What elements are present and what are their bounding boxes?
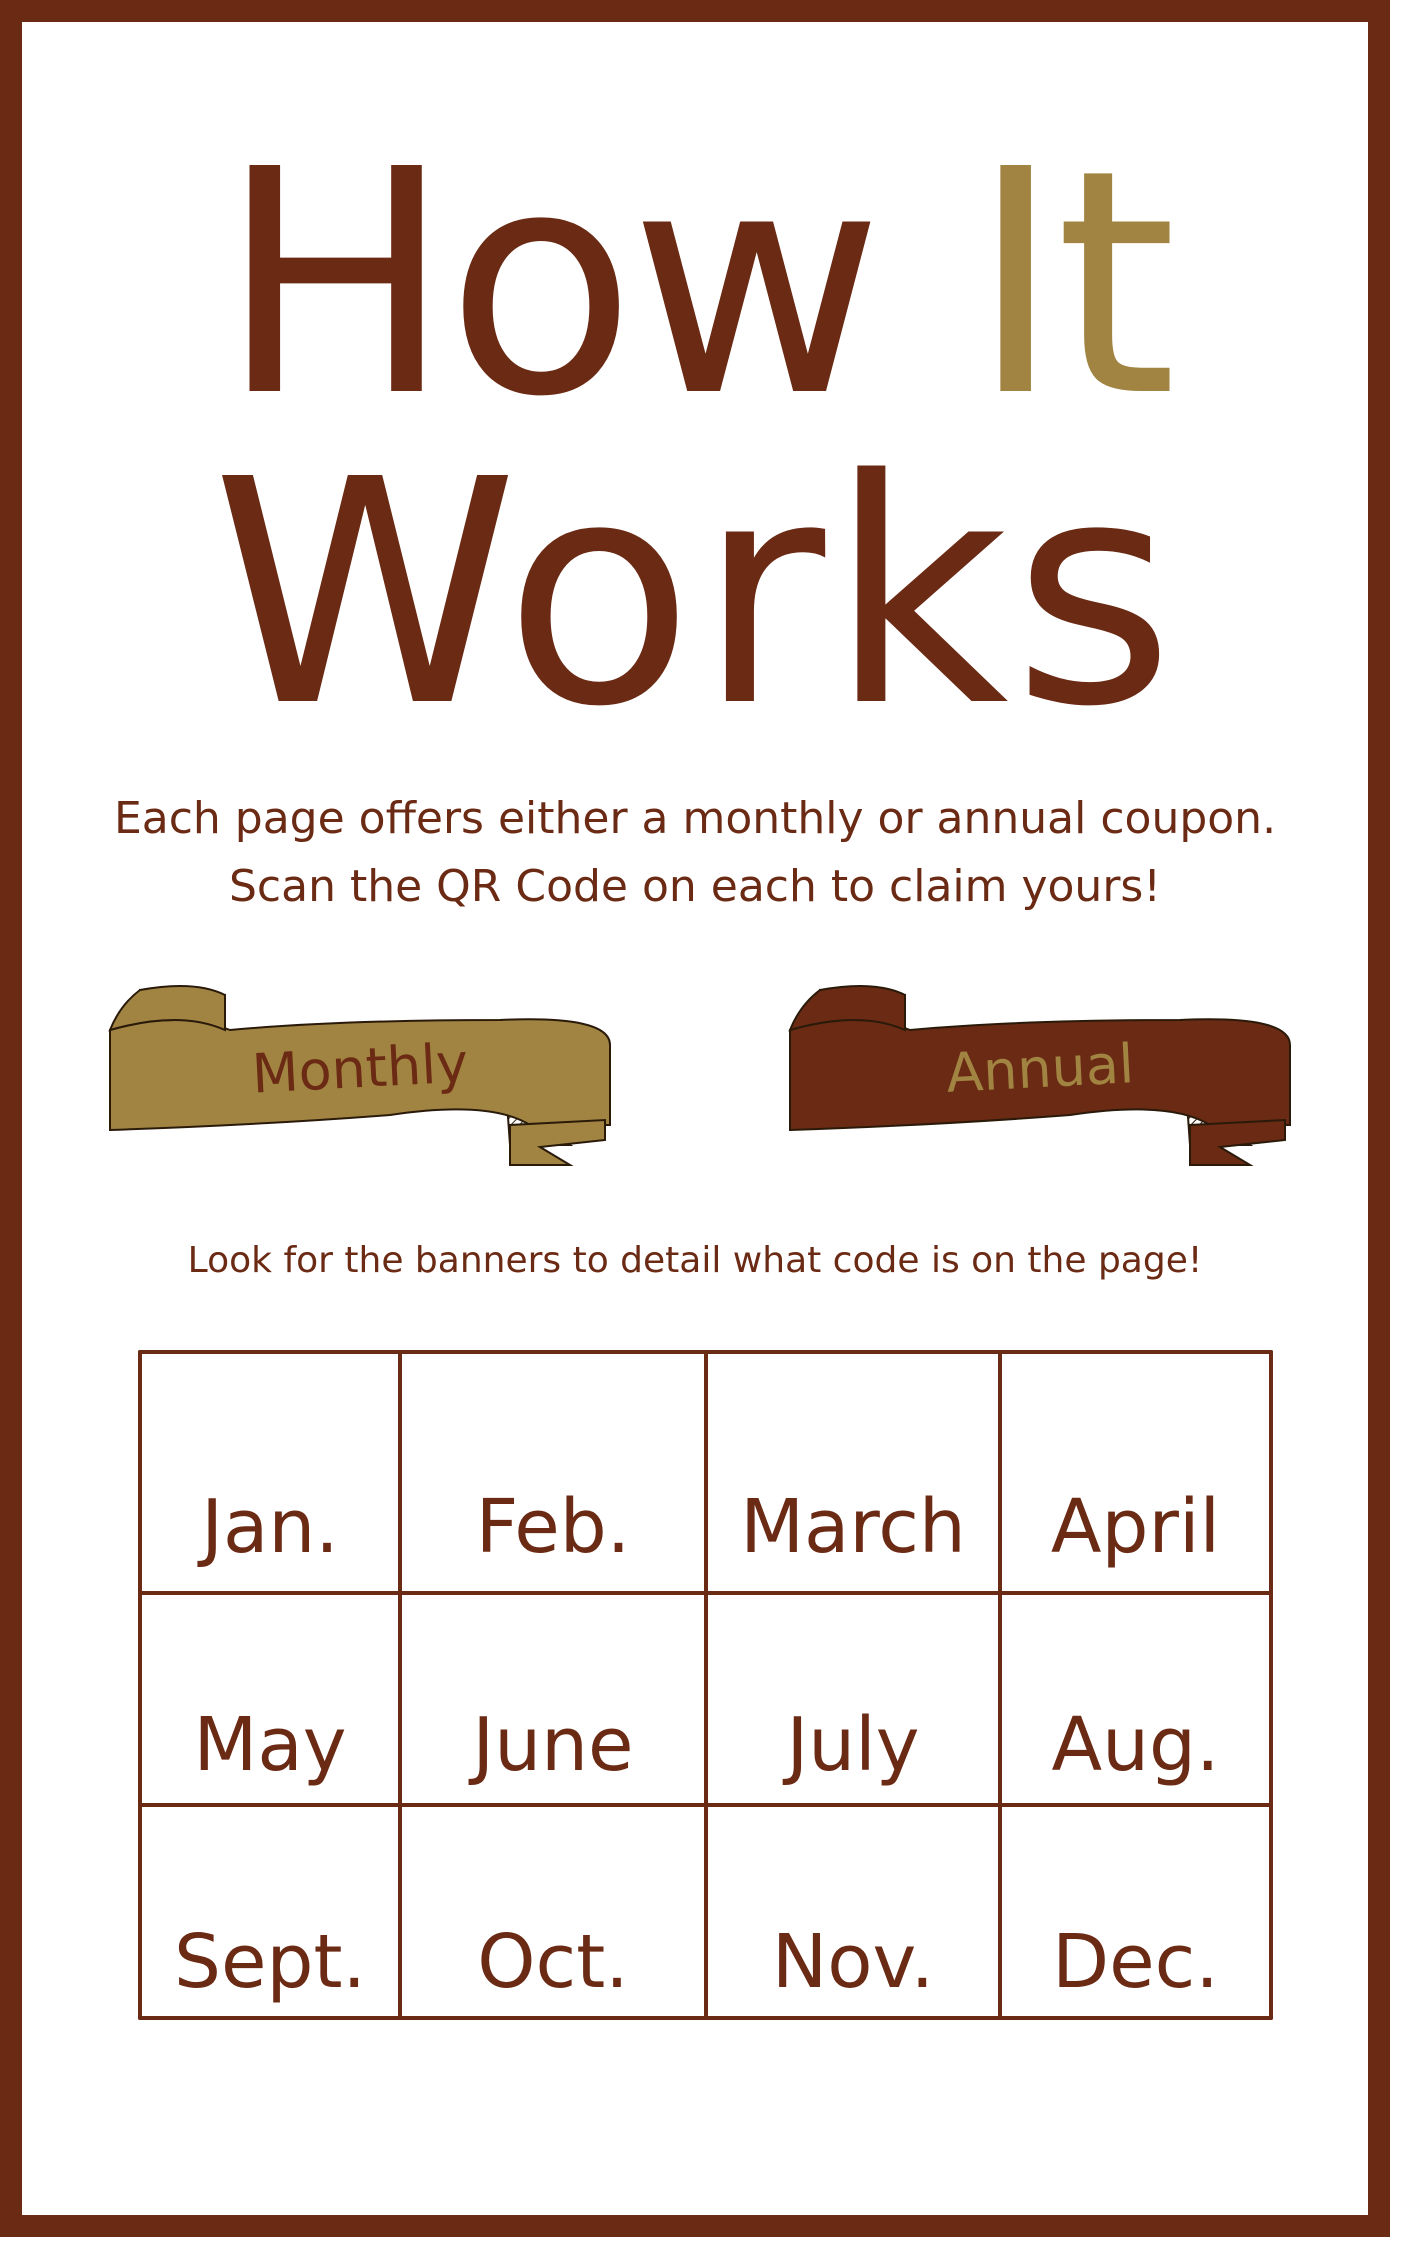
title-word-how: How (219, 104, 883, 465)
title-word-it: It (969, 104, 1177, 465)
monthly-banner: Monthly (100, 975, 640, 1175)
month-feb: Feb. (475, 1484, 631, 1570)
month-dec: Dec. (1052, 1919, 1219, 2005)
month-april: April (1050, 1484, 1221, 1570)
month-oct: Oct. (477, 1919, 629, 2005)
month-grid: Jan. Feb. March April May June July Aug.… (138, 1350, 1273, 2020)
month-may: May (193, 1702, 347, 1788)
banner-hint-text: Look for the banners to detail what code… (187, 1240, 1203, 1281)
intro-line-1: Each page offers either a monthly or ann… (113, 793, 1277, 844)
month-aug: Aug. (1051, 1702, 1220, 1788)
intro-line-2: Scan the QR Code on each to claim yours! (229, 861, 1161, 912)
page-title-line-1: How It (0, 130, 1390, 440)
page-title-line-2: Works (0, 440, 1390, 750)
title-word-works: Works (211, 414, 1179, 775)
month-sept: Sept. (173, 1919, 366, 2005)
month-jan: Jan. (201, 1484, 339, 1570)
month-july: July (786, 1702, 920, 1788)
month-nov: Nov. (771, 1919, 935, 2005)
annual-banner: Annual (780, 975, 1320, 1175)
month-june: June (472, 1702, 634, 1788)
month-march: March (740, 1484, 966, 1570)
